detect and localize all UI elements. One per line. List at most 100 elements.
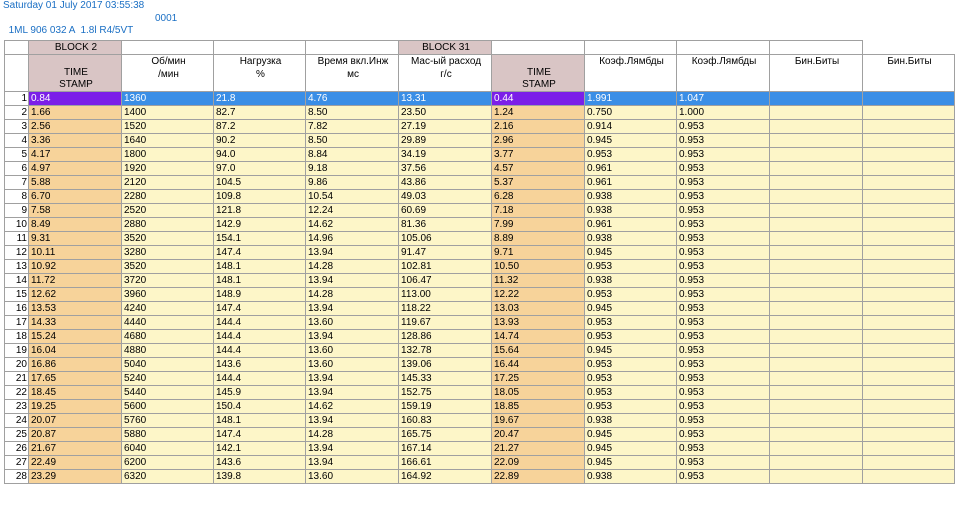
time-stamp-cell[interactable]: 12.22 (491, 287, 585, 302)
data-cell[interactable]: 0.953 (676, 455, 770, 470)
data-cell[interactable]: 0.953 (676, 385, 770, 400)
data-cell[interactable] (769, 203, 863, 218)
data-cell[interactable] (862, 161, 955, 176)
column-header[interactable]: Нагрузка% (213, 54, 306, 92)
data-cell[interactable] (862, 413, 955, 428)
data-cell[interactable]: 82.7 (213, 105, 306, 120)
table-row[interactable]: 5 4.17 1800 94.0 8.84 34.19 3.77 0.953 0.953 (4, 147, 955, 162)
data-cell[interactable]: 0.953 (676, 329, 770, 344)
data-cell[interactable]: 0.953 (676, 259, 770, 274)
data-cell[interactable]: 0.953 (676, 189, 770, 204)
table-row[interactable]: 4 3.36 1640 90.2 8.50 29.89 2.96 0.945 0.953 (4, 133, 955, 148)
data-cell[interactable]: 1.991 (584, 91, 677, 106)
data-cell[interactable]: 0.945 (584, 441, 677, 456)
data-cell[interactable]: 139.06 (398, 357, 492, 372)
data-cell[interactable]: 144.4 (213, 315, 306, 330)
data-cell[interactable]: 1.000 (676, 105, 770, 120)
row-number[interactable]: 25 (4, 427, 29, 442)
data-cell[interactable] (769, 91, 863, 106)
data-cell[interactable]: 0.953 (676, 273, 770, 288)
time-stamp-cell[interactable]: 8.89 (491, 231, 585, 246)
data-cell[interactable]: 5440 (121, 385, 214, 400)
table-row[interactable]: 18 15.24 4680 144.4 13.94 128.86 14.74 0.953 0.9… (4, 329, 955, 344)
data-cell[interactable]: 0.953 (676, 315, 770, 330)
data-cell[interactable] (862, 357, 955, 372)
data-cell[interactable]: 145.33 (398, 371, 492, 386)
data-cell[interactable] (862, 105, 955, 120)
time-stamp-cell[interactable]: 15.64 (491, 343, 585, 358)
time-stamp-cell[interactable]: 14.74 (491, 329, 585, 344)
data-cell[interactable] (769, 245, 863, 260)
data-cell[interactable]: 0.945 (584, 245, 677, 260)
data-cell[interactable]: 0.953 (584, 259, 677, 274)
data-cell[interactable]: 12.24 (305, 203, 399, 218)
row-number[interactable]: 2 (4, 105, 29, 120)
row-number[interactable]: 14 (4, 273, 29, 288)
data-cell[interactable]: 0.750 (584, 105, 677, 120)
time-stamp-cell[interactable]: 13.93 (491, 315, 585, 330)
data-cell[interactable] (862, 371, 955, 386)
time-stamp-cell[interactable]: 19.67 (491, 413, 585, 428)
data-cell[interactable]: 104.5 (213, 175, 306, 190)
data-cell[interactable]: 143.6 (213, 357, 306, 372)
data-cell[interactable]: 3520 (121, 259, 214, 274)
time-stamp-cell[interactable]: 10.11 (28, 245, 122, 260)
data-cell[interactable]: 13.94 (305, 245, 399, 260)
time-stamp-cell[interactable]: 11.72 (28, 273, 122, 288)
row-number[interactable]: 28 (4, 469, 29, 484)
data-cell[interactable]: 49.03 (398, 189, 492, 204)
table-row[interactable]: 26 21.67 6040 142.1 13.94 167.14 21.27 0.945 0.9… (4, 441, 955, 456)
data-cell[interactable]: 91.47 (398, 245, 492, 260)
data-cell[interactable]: 148.1 (213, 413, 306, 428)
data-cell[interactable] (769, 469, 863, 484)
table-row[interactable]: 11 9.31 3520 154.1 14.96 105.06 8.89 0.938 0.953 (4, 231, 955, 246)
data-cell[interactable]: 8.50 (305, 105, 399, 120)
time-stamp-cell[interactable]: 21.27 (491, 441, 585, 456)
data-cell[interactable]: 13.60 (305, 469, 399, 484)
data-cell[interactable] (862, 343, 955, 358)
data-cell[interactable]: 0.953 (584, 287, 677, 302)
time-stamp-cell[interactable]: 0.44 (491, 91, 585, 106)
row-number[interactable]: 6 (4, 161, 29, 176)
data-cell[interactable]: 1360 (121, 91, 214, 106)
data-cell[interactable]: 21.8 (213, 91, 306, 106)
data-cell[interactable] (769, 273, 863, 288)
data-cell[interactable] (769, 455, 863, 470)
table-row[interactable]: 24 20.07 5760 148.1 13.94 160.83 19.67 0.938 0.9… (4, 413, 955, 428)
data-cell[interactable]: 148.1 (213, 259, 306, 274)
data-cell[interactable]: 87.2 (213, 119, 306, 134)
data-cell[interactable]: 8.50 (305, 133, 399, 148)
data-cell[interactable]: 13.94 (305, 273, 399, 288)
data-cell[interactable]: 4440 (121, 315, 214, 330)
time-stamp-cell[interactable]: 2.56 (28, 119, 122, 134)
data-cell[interactable] (862, 329, 955, 344)
table-row[interactable]: 15 12.62 3960 148.9 14.28 113.00 12.22 0.953 0.9… (4, 287, 955, 302)
data-cell[interactable]: 13.31 (398, 91, 492, 106)
time-stamp-cell[interactable]: 9.71 (491, 245, 585, 260)
data-cell[interactable]: 0.953 (676, 343, 770, 358)
row-number[interactable]: 1 (4, 91, 29, 106)
data-cell[interactable]: 3960 (121, 287, 214, 302)
data-cell[interactable]: 97.0 (213, 161, 306, 176)
data-cell[interactable] (862, 245, 955, 260)
data-cell[interactable]: 154.1 (213, 231, 306, 246)
data-cell[interactable]: 14.28 (305, 259, 399, 274)
data-cell[interactable] (862, 217, 955, 232)
time-stamp-cell[interactable]: 9.31 (28, 231, 122, 246)
data-cell[interactable]: 1520 (121, 119, 214, 134)
data-cell[interactable]: 0.953 (676, 203, 770, 218)
data-cell[interactable]: 0.953 (676, 357, 770, 372)
data-cell[interactable] (769, 105, 863, 120)
row-number[interactable]: 7 (4, 175, 29, 190)
data-cell[interactable] (769, 119, 863, 134)
data-cell[interactable]: 3280 (121, 245, 214, 260)
table-row[interactable]: 28 23.29 6320 139.8 13.60 164.92 22.89 0.938 0.9… (4, 469, 955, 484)
time-stamp-cell[interactable]: 20.47 (491, 427, 585, 442)
data-cell[interactable] (862, 147, 955, 162)
data-cell[interactable]: 144.4 (213, 329, 306, 344)
column-header[interactable]: Коэф.Лямбды (676, 54, 770, 92)
data-cell[interactable] (862, 469, 955, 484)
data-cell[interactable]: 5760 (121, 413, 214, 428)
data-cell[interactable] (862, 427, 955, 442)
data-cell[interactable]: 3720 (121, 273, 214, 288)
